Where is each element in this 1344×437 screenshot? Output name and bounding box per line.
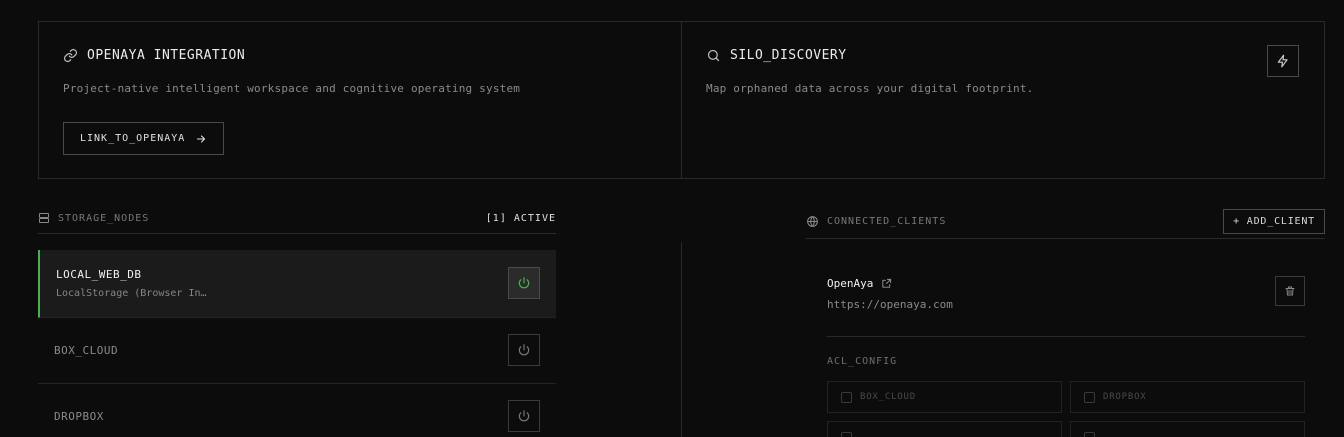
clients-header: CONNECTED_CLIENTS + ADD_CLIENT bbox=[806, 208, 1325, 234]
globe-icon bbox=[807, 215, 818, 227]
openaya-integration-card: OPENAYA INTEGRATION Project-native intel… bbox=[39, 22, 681, 178]
discovery-title: SILO_DISCOVERY bbox=[730, 48, 847, 63]
arrow-right-icon bbox=[197, 134, 206, 143]
storage-node[interactable]: DROPBOX bbox=[38, 384, 556, 437]
clients-label-row: CONNECTED_CLIENTS bbox=[806, 215, 946, 228]
storage-label-row: STORAGE_NODES bbox=[38, 212, 149, 224]
client-name: OpenAya bbox=[827, 277, 874, 290]
add-client-button[interactable]: + ADD_CLIENT bbox=[1223, 208, 1325, 234]
checkbox[interactable] bbox=[841, 431, 852, 437]
discovery-description: Map orphaned data across your digital fo… bbox=[706, 82, 1034, 95]
storage-header: STORAGE_NODES [1] ACTIVE bbox=[38, 208, 556, 228]
run-discovery-button[interactable] bbox=[1267, 45, 1299, 77]
client-divider bbox=[827, 336, 1305, 337]
connected-clients-panel: CONNECTED_CLIENTS + ADD_CLIENT OpenAya h… bbox=[806, 208, 1325, 437]
acl-option[interactable] bbox=[1070, 421, 1305, 437]
checkbox[interactable] bbox=[841, 391, 852, 403]
power-toggle-button[interactable] bbox=[508, 334, 540, 366]
storage-nodes-panel: STORAGE_NODES [1] ACTIVE LOCAL_WEB_DB Lo… bbox=[38, 208, 556, 437]
silo-discovery-card: SILO_DISCOVERY Map orphaned data across … bbox=[681, 22, 1324, 178]
client-name-row: OpenAya bbox=[827, 277, 892, 290]
add-client-label: + ADD_CLIENT bbox=[1233, 215, 1315, 227]
acl-options: BOX_CLOUD DROPBOX bbox=[827, 381, 1305, 437]
storage-label: STORAGE_NODES bbox=[58, 212, 150, 224]
power-icon bbox=[518, 277, 530, 289]
checkbox[interactable] bbox=[1084, 391, 1095, 403]
acl-option[interactable] bbox=[827, 421, 1062, 437]
clients-divider bbox=[806, 238, 1325, 239]
power-icon bbox=[518, 410, 530, 422]
checkbox[interactable] bbox=[1084, 431, 1095, 437]
client-url: https://openaya.com bbox=[827, 298, 953, 311]
link-to-openaya-button[interactable]: LINK_TO_OPENAYA bbox=[63, 122, 225, 155]
external-link-icon[interactable] bbox=[881, 278, 892, 289]
integration-title: OPENAYA INTEGRATION bbox=[87, 48, 246, 63]
acl-option-label: DROPBOX bbox=[1103, 392, 1147, 402]
server-icon bbox=[39, 213, 49, 223]
search-icon bbox=[707, 49, 720, 62]
acl-option[interactable]: BOX_CLOUD bbox=[827, 381, 1062, 413]
node-subtitle: LocalStorage (Browser In… bbox=[56, 288, 207, 299]
node-name: DROPBOX bbox=[54, 410, 104, 423]
clients-label: CONNECTED_CLIENTS bbox=[827, 215, 947, 227]
power-toggle-button[interactable] bbox=[508, 400, 540, 432]
integration-description: Project-native intelligent workspace and… bbox=[63, 82, 521, 95]
acl-config-label: ACL_CONFIG bbox=[827, 356, 898, 367]
storage-node[interactable]: BOX_CLOUD bbox=[38, 318, 556, 384]
trash-icon bbox=[1285, 286, 1295, 296]
acl-option[interactable]: DROPBOX bbox=[1070, 381, 1305, 413]
power-toggle-button[interactable] bbox=[508, 267, 540, 299]
integration-title-row: OPENAYA INTEGRATION bbox=[63, 48, 657, 63]
column-divider bbox=[681, 242, 682, 437]
active-count-badge: [1] ACTIVE bbox=[485, 212, 556, 224]
delete-client-button[interactable] bbox=[1275, 276, 1305, 306]
link-button-label: LINK_TO_OPENAYA bbox=[80, 133, 186, 144]
storage-divider bbox=[38, 233, 556, 234]
bolt-icon bbox=[1277, 54, 1288, 68]
node-name: LOCAL_WEB_DB bbox=[56, 268, 142, 281]
integration-cards: OPENAYA INTEGRATION Project-native intel… bbox=[38, 21, 1325, 179]
node-name: BOX_CLOUD bbox=[54, 344, 119, 357]
link-icon bbox=[63, 48, 78, 63]
storage-node[interactable]: LOCAL_WEB_DB LocalStorage (Browser In… bbox=[38, 250, 556, 318]
acl-option-label: BOX_CLOUD bbox=[860, 392, 916, 402]
discovery-title-row: SILO_DISCOVERY bbox=[706, 48, 1300, 63]
power-icon bbox=[518, 344, 530, 356]
